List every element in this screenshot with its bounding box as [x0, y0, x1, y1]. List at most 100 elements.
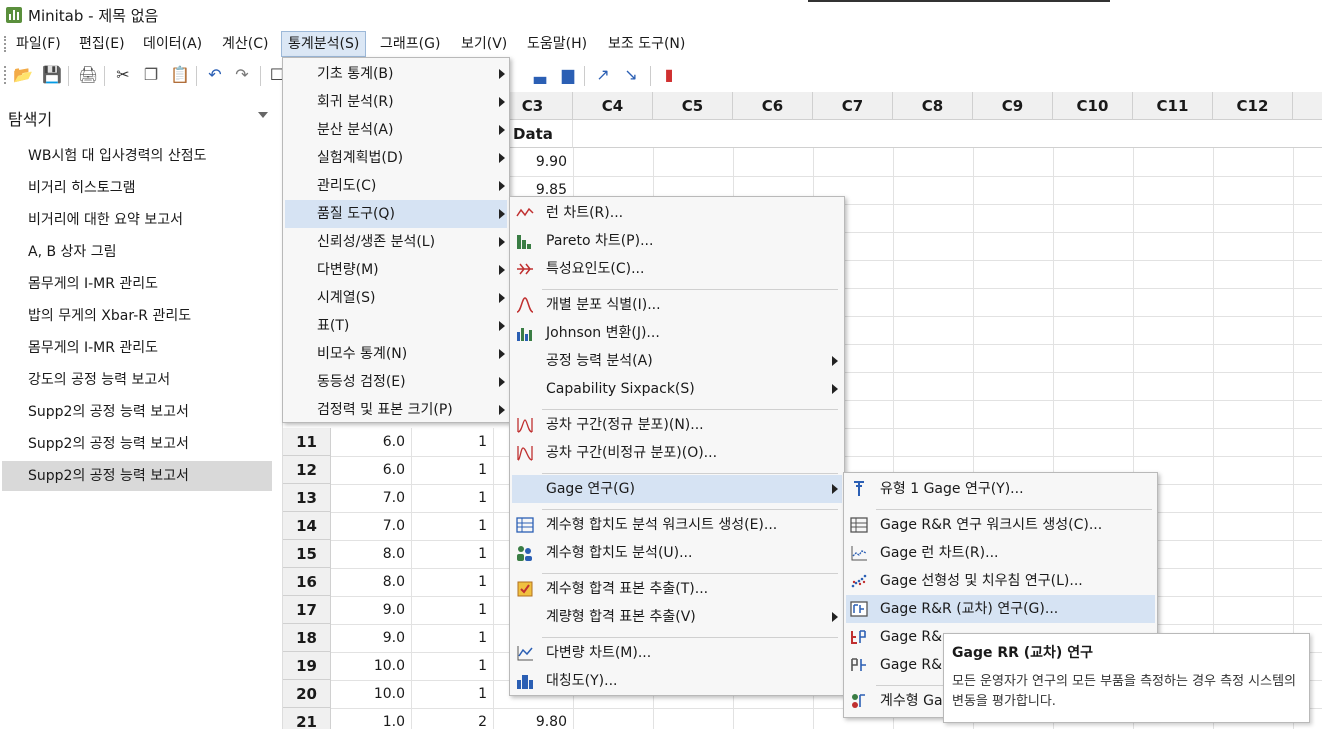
menu-assistant[interactable]: 보조 도구(N): [602, 32, 691, 56]
cell-c2[interactable]: 1: [411, 456, 493, 484]
menu-item-tables[interactable]: 표(T): [285, 312, 507, 340]
cell-c3[interactable]: 9.90: [509, 148, 573, 176]
explorer-item[interactable]: 몸무게의 I-MR 관리도: [2, 269, 272, 299]
menu-item-johnson[interactable]: Johnson 변환(J)...: [512, 319, 842, 347]
explorer-item[interactable]: 비거리에 대한 요약 보고서: [2, 205, 272, 235]
cell-c1[interactable]: 1.0: [331, 708, 411, 729]
explorer-item-selected[interactable]: Supp2의 공정 능력 보고서: [2, 461, 272, 491]
menu-file[interactable]: 파일(F): [10, 32, 67, 56]
explorer-item[interactable]: A, B 상자 그림: [2, 237, 272, 267]
explorer-item[interactable]: 밥의 무게의 Xbar-R 관리도: [2, 301, 272, 331]
menu-item-capability-sixpack[interactable]: Capability Sixpack(S): [512, 375, 842, 403]
redo-icon[interactable]: ↷: [233, 66, 251, 84]
menu-data[interactable]: 데이터(A): [137, 32, 208, 56]
menu-item-gage-run-chart[interactable]: Gage 런 차트(R)...: [846, 539, 1155, 567]
save-icon[interactable]: 💾: [42, 66, 62, 84]
paste-icon[interactable]: 📋: [170, 66, 190, 84]
column-name-row[interactable]: [573, 120, 1322, 148]
cell-c1[interactable]: 8.0: [331, 540, 411, 568]
menu-item-capability-analysis[interactable]: 공정 능력 분석(A): [512, 347, 842, 375]
column-header-c11[interactable]: C11: [1133, 92, 1213, 120]
cell-c2[interactable]: 1: [411, 652, 493, 680]
column-header-c9[interactable]: C9: [973, 92, 1053, 120]
cell-c2[interactable]: 1: [411, 484, 493, 512]
cell-c2[interactable]: 2: [411, 708, 493, 729]
menu-item-basic-stats[interactable]: 기초 통계(B): [285, 60, 507, 88]
column-header-c5[interactable]: C5: [653, 92, 733, 120]
menu-item-equivalence[interactable]: 동등성 검정(E): [285, 368, 507, 396]
row-number[interactable]: 15: [283, 540, 331, 568]
cell-c1[interactable]: 8.0: [331, 568, 411, 596]
cut-icon[interactable]: ✂: [114, 66, 132, 84]
menu-item-variables-acceptance-sampling[interactable]: 계량형 합격 표본 추출(V): [512, 603, 842, 631]
menu-item-run-chart[interactable]: 런 차트(R)...: [512, 199, 842, 227]
column-header-c6[interactable]: C6: [733, 92, 813, 120]
cell-c1[interactable]: 9.0: [331, 624, 411, 652]
menu-item-attribute-agreement-worksheet[interactable]: 계수형 합치도 분석 워크시트 생성(E)...: [512, 511, 842, 539]
cell-c2[interactable]: 1: [411, 540, 493, 568]
menu-item-attribute-acceptance-sampling[interactable]: 계수형 합격 표본 추출(T)...: [512, 575, 842, 603]
menu-item-attribute-agreement[interactable]: 계수형 합치도 분석(U)...: [512, 539, 842, 567]
menu-item-power-sample-size[interactable]: 검정력 및 표본 크기(P): [285, 396, 507, 424]
column-header-c13[interactable]: [1293, 92, 1322, 120]
menu-help[interactable]: 도움말(H): [521, 32, 593, 56]
cell-c1[interactable]: 7.0: [331, 512, 411, 540]
menu-item-individual-distribution[interactable]: 개별 분포 식별(I)...: [512, 291, 842, 319]
cell-c1[interactable]: 10.0: [331, 680, 411, 708]
copy-icon[interactable]: ❐: [142, 66, 160, 84]
cell-c3[interactable]: 9.80: [509, 708, 573, 729]
column-header-c10[interactable]: C10: [1053, 92, 1133, 120]
menu-item-gage-rr-crossed[interactable]: Gage R&R (교차) 연구(G)...: [846, 595, 1155, 623]
row-number[interactable]: 17: [283, 596, 331, 624]
row-number[interactable]: 19: [283, 652, 331, 680]
menu-item-gage-study[interactable]: Gage 연구(G): [512, 475, 842, 503]
menu-item-type1-gage[interactable]: 유형 1 Gage 연구(Y)...: [846, 475, 1155, 503]
cell-c2[interactable]: 1: [411, 596, 493, 624]
brush-icon[interactable]: ↗: [594, 66, 612, 84]
menu-item-gage-linearity[interactable]: Gage 선형성 및 치우침 연구(L)...: [846, 567, 1155, 595]
row-number[interactable]: 11: [283, 428, 331, 456]
brush2-icon[interactable]: ↘: [622, 66, 640, 84]
menu-item-regression[interactable]: 회귀 분석(R): [285, 88, 507, 116]
menu-item-control-charts[interactable]: 관리도(C): [285, 172, 507, 200]
menu-view[interactable]: 보기(V): [455, 32, 513, 56]
menu-item-gage-rr-worksheet[interactable]: Gage R&R 연구 워크시트 생성(C)...: [846, 511, 1155, 539]
menu-calc[interactable]: 계산(C): [216, 32, 274, 56]
explorer-item[interactable]: 비거리 히스토그램: [2, 173, 272, 203]
chevron-down-icon[interactable]: [258, 112, 268, 118]
cell-c1[interactable]: 6.0: [331, 428, 411, 456]
menu-item-tolerance-nonnormal[interactable]: 공차 구간(비정규 분포)(O)...: [512, 439, 842, 467]
chart-tool-icon[interactable]: ▃: [531, 66, 549, 84]
menu-graph[interactable]: 그래프(G): [374, 32, 446, 56]
cell-c2[interactable]: 1: [411, 568, 493, 596]
row-number[interactable]: 21: [283, 708, 331, 729]
menu-item-anova[interactable]: 분산 분석(A): [285, 116, 507, 144]
cell-c2[interactable]: 1: [411, 680, 493, 708]
explorer-item[interactable]: Supp2의 공정 능력 보고서: [2, 429, 272, 459]
menu-item-doe[interactable]: 실험계획법(D): [285, 144, 507, 172]
explorer-item[interactable]: 몸무게의 I-MR 관리도: [2, 333, 272, 363]
menu-item-cause-effect[interactable]: 특성요인도(C)...: [512, 255, 842, 283]
menu-item-time-series[interactable]: 시계열(S): [285, 284, 507, 312]
menu-item-multi-vari-chart[interactable]: 다변량 차트(M)...: [512, 639, 842, 667]
cell-c1[interactable]: 9.0: [331, 596, 411, 624]
row-number[interactable]: 18: [283, 624, 331, 652]
menu-item-reliability[interactable]: 신뢰성/생존 분석(L): [285, 228, 507, 256]
cell-c2[interactable]: 1: [411, 512, 493, 540]
column-header-c7[interactable]: C7: [813, 92, 893, 120]
row-number[interactable]: 16: [283, 568, 331, 596]
column-header-c4[interactable]: C4: [573, 92, 653, 120]
print-icon[interactable]: 🖨: [78, 66, 98, 84]
cell-c1[interactable]: 7.0: [331, 484, 411, 512]
chart-tool2-icon[interactable]: ▆: [559, 66, 577, 84]
cell-c1[interactable]: 6.0: [331, 456, 411, 484]
explorer-item[interactable]: WB시험 대 입사경력의 산점도: [2, 141, 272, 171]
menu-item-quality-tools[interactable]: 품질 도구(Q): [285, 200, 507, 228]
open-folder-icon[interactable]: 📂: [13, 66, 33, 84]
menu-stat[interactable]: 통계분석(S): [281, 31, 367, 57]
menu-edit[interactable]: 편집(E): [73, 32, 131, 56]
row-number[interactable]: 13: [283, 484, 331, 512]
menu-item-tolerance-normal[interactable]: 공차 구간(정규 분포)(N)...: [512, 411, 842, 439]
column-header-c12[interactable]: C12: [1213, 92, 1293, 120]
undo-icon[interactable]: ↶: [206, 66, 224, 84]
